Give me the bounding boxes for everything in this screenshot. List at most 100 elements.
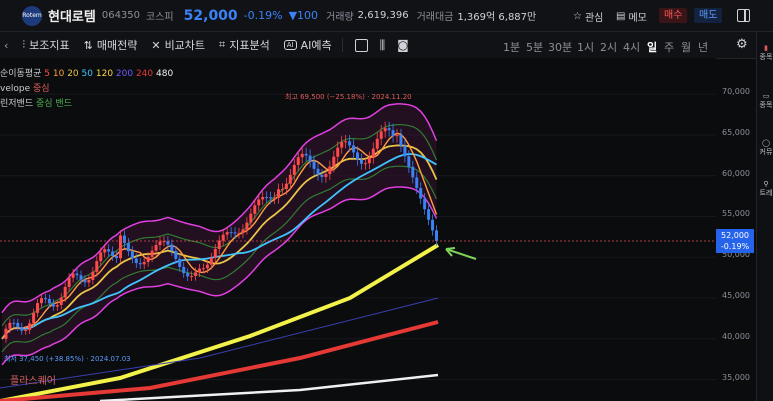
period-1h[interactable]: 1시: [577, 39, 594, 55]
candle-body: [178, 258, 182, 267]
sidebar-item-stock[interactable]: ▮ 종목: [759, 44, 773, 62]
stock-name[interactable]: 현대로템: [48, 6, 96, 25]
ma-period-20: 20: [64, 69, 79, 79]
candle-body: [229, 232, 233, 234]
candle-body: [375, 138, 379, 149]
current-price-badge-change: -0.19%: [720, 242, 750, 251]
candle-body: [363, 163, 367, 165]
candle-body: [194, 272, 198, 276]
current-price-badge: 52,000 -0.19%: [716, 229, 754, 253]
sidebar-item-trade[interactable]: ⚲ 트레: [759, 180, 773, 198]
candle-body: [166, 241, 170, 245]
candle-body: [162, 241, 166, 243]
settings-icon[interactable]: ⚙: [736, 37, 748, 52]
period-5m[interactable]: 5분: [526, 39, 543, 55]
candle-body: [190, 275, 194, 277]
bollinger-legend-value: 중심 밴드: [36, 99, 72, 109]
period-day[interactable]: 일: [647, 39, 657, 55]
period-year[interactable]: 년: [698, 39, 708, 55]
candle-body: [103, 249, 107, 253]
watch-button[interactable]: ☆ 관심: [573, 9, 603, 24]
low-annotation: 최저 37,450 (+38.85%) · 2024.07.03: [4, 354, 131, 363]
candle-body: [47, 299, 51, 304]
candle-body: [407, 156, 411, 167]
watermark: 플라스퀘어: [10, 375, 56, 387]
ma-period-120: 120: [93, 69, 114, 79]
toolbar-indicators[interactable]: ⫶ 보조지표: [22, 37, 69, 53]
candle-body: [225, 232, 229, 235]
candle-body: [63, 286, 67, 298]
layout-icon[interactable]: [354, 38, 368, 52]
ma-legend[interactable]: 순이동평균 5 10 20 50 120 200 240 480: [0, 66, 173, 79]
candle-body: [83, 279, 87, 283]
toolbar-analysis[interactable]: ⌗ 지표분석: [219, 37, 270, 53]
candle-body: [111, 251, 115, 256]
candle-body: [182, 266, 186, 274]
current-price-badge-value: 52,000: [721, 231, 749, 240]
candle-type-icon[interactable]: ⫼: [380, 38, 386, 53]
ai-icon: AI: [283, 40, 297, 50]
candle-body: [95, 261, 99, 272]
candle-body: [403, 145, 407, 157]
period-month[interactable]: 월: [681, 39, 691, 55]
period-30m[interactable]: 30분: [548, 39, 572, 55]
candle-body: [115, 255, 119, 259]
candle-body: [336, 147, 340, 157]
candle-body: [269, 197, 273, 199]
sidebar-item-stock-2[interactable]: ▭ 종목: [759, 92, 773, 110]
candle-body: [435, 230, 438, 241]
candle-body: [411, 166, 415, 178]
candle-body: [423, 198, 427, 210]
candle-body: [316, 168, 320, 175]
toolbar-item-label: 비교차트: [164, 39, 206, 52]
candle-body: [273, 197, 277, 199]
sidebar-item-label: 커뮤: [759, 148, 773, 156]
toolbar-strategy[interactable]: ⇅ 매매전략: [84, 37, 138, 53]
sidebar-item-community[interactable]: ◯ 커뮤: [759, 139, 773, 157]
toolbar-item-label: 매매전략: [96, 39, 138, 52]
period-4h[interactable]: 4시: [623, 39, 640, 55]
market-name: 코스피: [146, 12, 174, 23]
price-chart[interactable]: 최고 69,500 (−25.18%) · 2024.11.20 최저 37,4…: [0, 58, 716, 401]
panel-toggle-icon[interactable]: [737, 9, 750, 22]
change-percent: -0.19%: [243, 9, 283, 22]
candle-body: [134, 258, 138, 264]
camera-icon[interactable]: ◙: [397, 38, 409, 52]
candle-body: [320, 174, 324, 177]
change-value: ▼100: [288, 9, 319, 22]
collapse-icon[interactable]: ‹: [4, 39, 8, 52]
bollinger-legend[interactable]: 린저밴드 중심 밴드: [0, 96, 72, 109]
amount-label: 거래대금: [416, 12, 454, 23]
buy-button[interactable]: 매수: [659, 8, 688, 23]
candle-body: [71, 273, 75, 278]
envelope-legend-value: 중심: [33, 84, 50, 94]
current-price: 52,000: [183, 7, 238, 24]
candle-body: [28, 323, 32, 330]
sidebar-icon: ▭: [762, 92, 770, 100]
price-tick: 65,000: [722, 128, 750, 137]
candle-body: [371, 148, 375, 158]
toolbar-ai[interactable]: AI AI예측: [283, 37, 332, 53]
candle-body: [75, 273, 79, 276]
toolbar-compare[interactable]: ✕ 비교차트: [151, 37, 205, 53]
period-week[interactable]: 주: [664, 39, 674, 55]
envelope-legend-label: velope: [0, 84, 31, 94]
candle-body: [174, 250, 178, 259]
candle-body: [51, 303, 55, 307]
sidebar-item-label: 종목: [759, 53, 773, 61]
period-1m[interactable]: 1분: [503, 39, 520, 55]
sidebar-item-label: 트레: [759, 189, 773, 197]
sell-button[interactable]: 매도: [694, 8, 723, 23]
memo-button[interactable]: ▤ 메모: [616, 9, 647, 24]
candle-body: [91, 271, 95, 280]
envelope-legend[interactable]: velope 중심: [0, 81, 50, 94]
candle-body: [126, 243, 130, 252]
candle-body: [4, 328, 8, 339]
period-2h[interactable]: 2시: [600, 39, 617, 55]
ma-legend-label: 순이동평균: [0, 69, 42, 79]
candle-body: [213, 249, 217, 258]
memo-icon: ▤: [616, 11, 626, 22]
candle-body: [431, 219, 435, 231]
ma-period-200: 200: [113, 69, 134, 79]
bollinger-legend-label: 린저밴드: [0, 99, 34, 109]
